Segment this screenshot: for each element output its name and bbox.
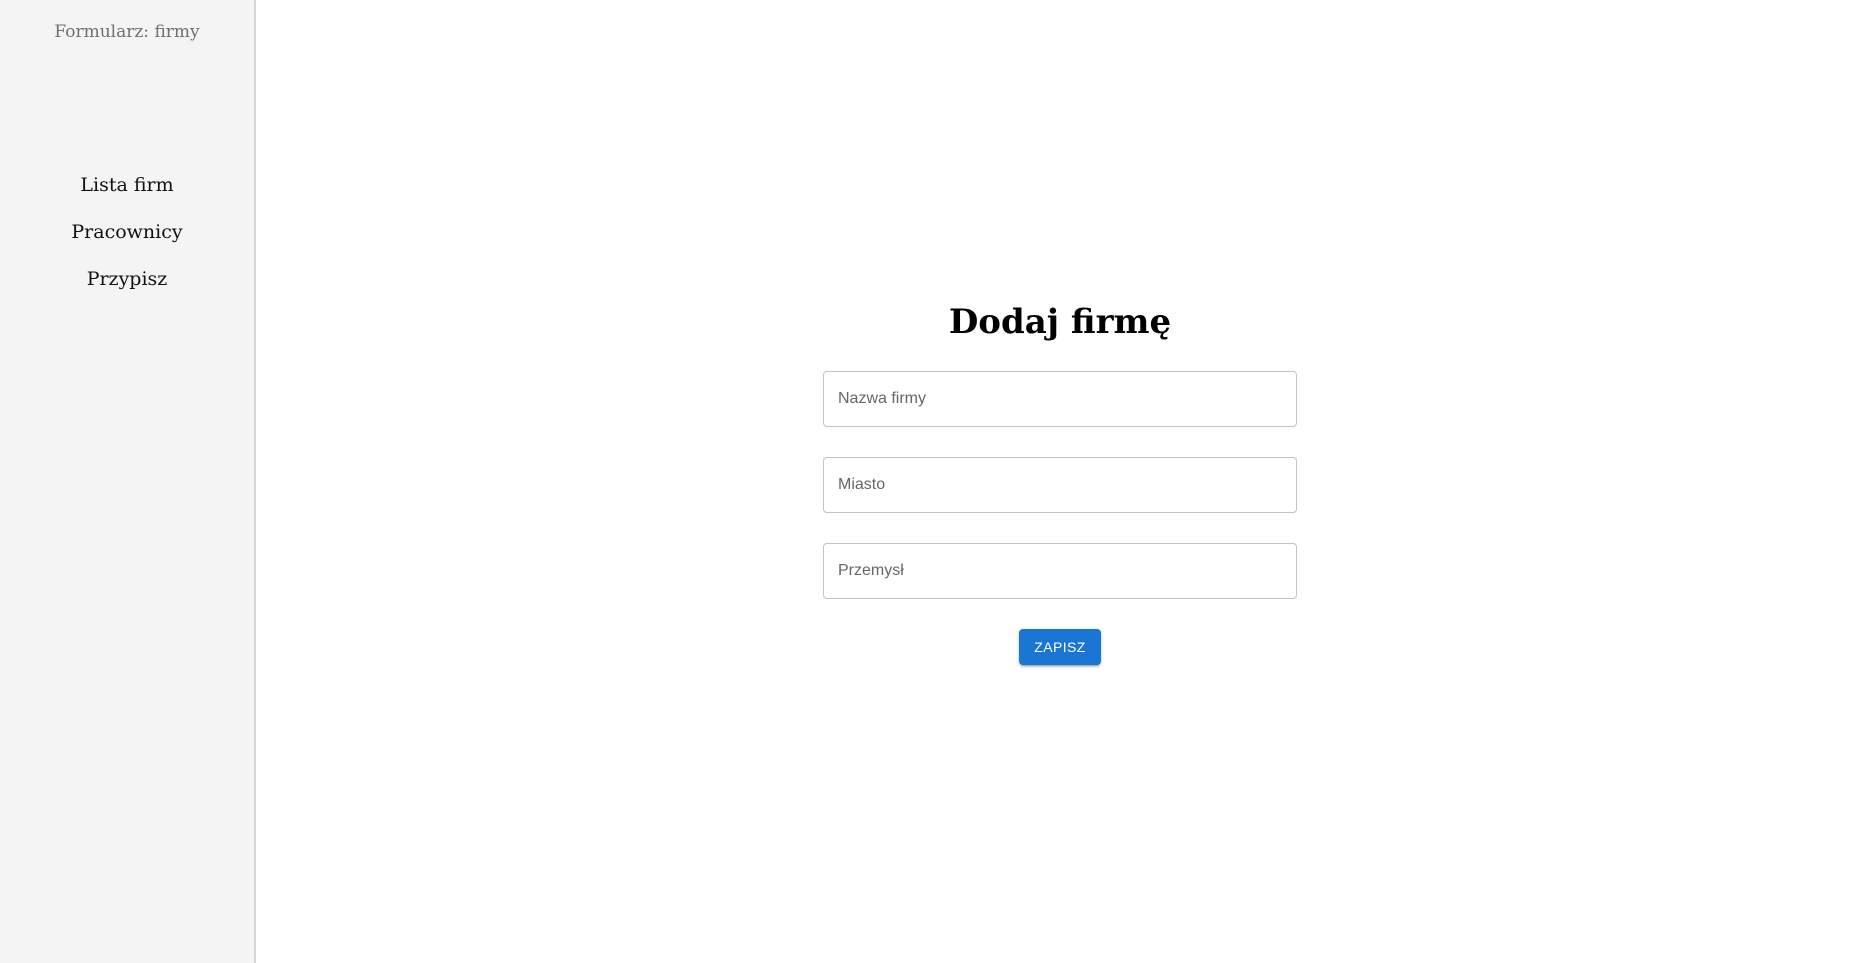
sidebar-header: Formularz: firmy: [54, 22, 200, 42]
sidebar-item-pracownicy[interactable]: Pracownicy: [0, 219, 254, 266]
sidebar: Formularz: firmy Lista firm Pracownicy P…: [0, 0, 256, 963]
company-name-input[interactable]: [823, 371, 1297, 427]
sidebar-nav: Lista firm Pracownicy Przypisz: [0, 172, 254, 313]
sidebar-item-lista-firm[interactable]: Lista firm: [0, 172, 254, 219]
sidebar-item-przypisz[interactable]: Przypisz: [0, 266, 254, 313]
main-content: Dodaj firmę ZAPISZ: [256, 0, 1849, 963]
industry-input[interactable]: [823, 543, 1297, 599]
save-button[interactable]: ZAPISZ: [1019, 629, 1101, 665]
page-title: Dodaj firmę: [948, 302, 1172, 342]
city-input[interactable]: [823, 457, 1297, 513]
company-form: Dodaj firmę ZAPISZ: [823, 300, 1297, 665]
